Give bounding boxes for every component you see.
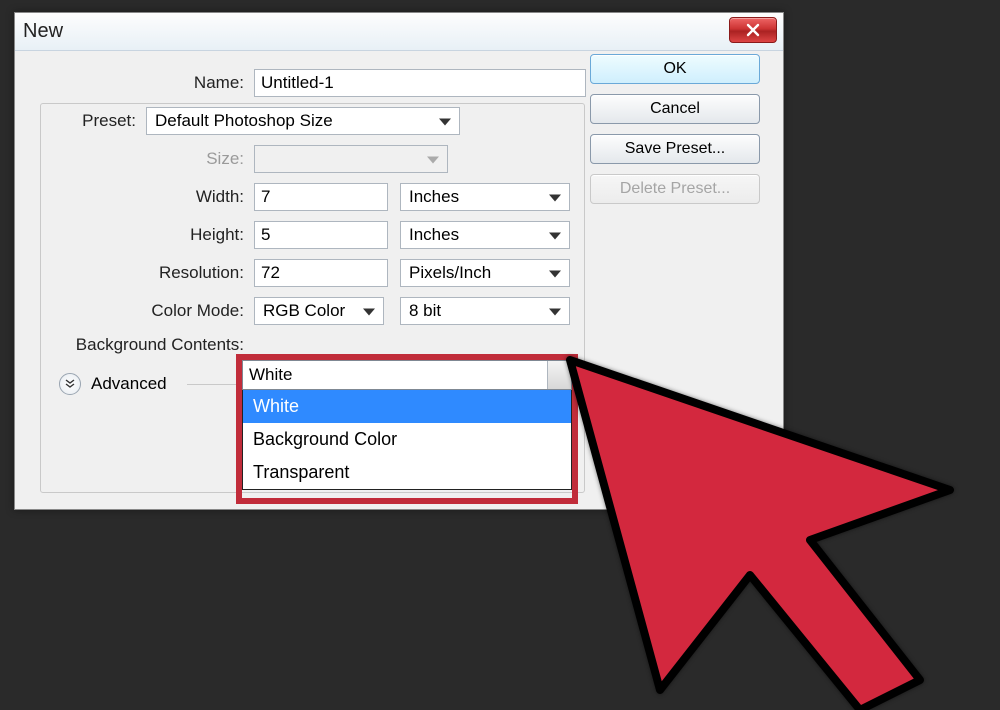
advanced-toggle[interactable] [59,373,81,395]
color-depth-value: 8 bit [409,301,441,321]
resolution-unit-value: Pixels/Inch [409,263,491,283]
name-input[interactable] [254,69,586,97]
chevron-down-icon [439,119,451,126]
width-label: Width: [29,187,254,207]
width-unit-value: Inches [409,187,459,207]
titlebar[interactable]: New [15,13,783,51]
close-button[interactable] [729,17,777,43]
ok-button[interactable]: OK [590,54,760,84]
preset-value: Default Photoshop Size [155,111,333,131]
close-icon [745,22,761,38]
color-mode-label: Color Mode: [29,301,254,321]
tutorial-cursor-icon [540,330,980,710]
bg-contents-label: Background Contents: [29,335,254,355]
delete-preset-button: Delete Preset... [590,174,760,204]
save-preset-button[interactable]: Save Preset... [590,134,760,164]
chevron-down-icon [549,271,561,278]
bg-option-background-color[interactable]: Background Color [243,423,571,456]
size-label: Size: [29,149,254,169]
color-mode-value: RGB Color [263,301,345,321]
chevron-down-icon [549,233,561,240]
preset-select[interactable]: Default Photoshop Size [146,107,460,135]
bg-contents-dropdown[interactable]: White Background Color Transparent [242,390,572,490]
preset-label: Preset: [0,111,146,131]
size-select [254,145,448,173]
dialog-title: New [23,20,63,43]
resolution-label: Resolution: [29,263,254,283]
chevron-down-icon [549,195,561,202]
chevron-down-icon [427,157,439,164]
advanced-label: Advanced [91,374,167,394]
name-label: Name: [29,73,254,93]
height-unit-select[interactable]: Inches [400,221,570,249]
double-chevron-down-icon [64,378,76,390]
bg-option-transparent[interactable]: Transparent [243,456,571,489]
chevron-down-icon [549,309,561,316]
height-label: Height: [29,225,254,245]
color-depth-select[interactable]: 8 bit [400,297,570,325]
bg-option-white[interactable]: White [243,390,571,423]
height-input[interactable] [254,221,388,249]
width-input[interactable] [254,183,388,211]
resolution-unit-select[interactable]: Pixels/Inch [400,259,570,287]
resolution-input[interactable] [254,259,388,287]
color-mode-select[interactable]: RGB Color [254,297,384,325]
bg-contents-select[interactable]: White [242,360,572,390]
bg-contents-value: White [249,365,292,385]
chevron-down-icon [363,309,375,316]
cancel-button[interactable]: Cancel [590,94,760,124]
height-unit-value: Inches [409,225,459,245]
width-unit-select[interactable]: Inches [400,183,570,211]
